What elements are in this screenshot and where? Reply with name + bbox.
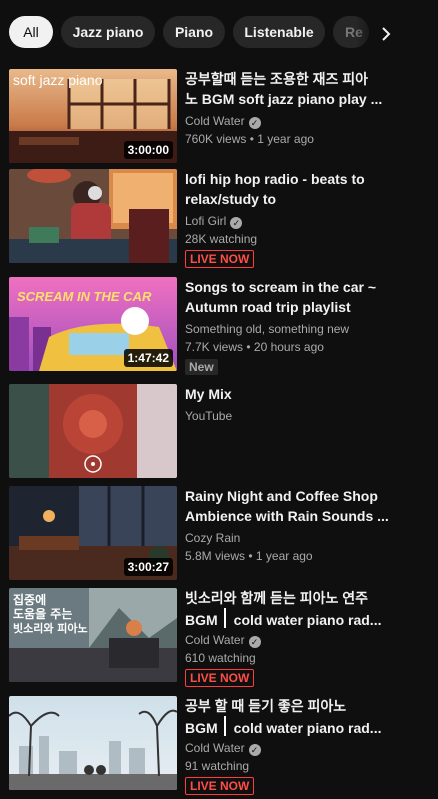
thumb-text-1: 집중에: [13, 592, 46, 607]
thumb-text-2: 도움을 주는: [13, 606, 72, 621]
video-title[interactable]: 공부할때 듣는 조용한 재즈 피아 노 BGM soft jazz piano …: [185, 69, 395, 109]
text-cursor: [223, 716, 226, 736]
video-thumbnail[interactable]: 집중에 도움을 주는 빗소리와 피아노: [9, 588, 177, 682]
video-title-line-2: relax/study to: [185, 191, 277, 207]
video-item[interactable]: soft jazz piano 3:00:00 공부할때 듣는 조용한 재즈 피…: [0, 69, 438, 169]
video-thumbnail[interactable]: 3:00:27: [9, 486, 177, 580]
video-title-line-1: 빗소리와 함께 듣는 피아노 연주: [185, 590, 368, 606]
video-title-bgm: BGM: [185, 720, 218, 736]
chevron-right-icon[interactable]: [372, 20, 400, 48]
video-duration: 3:00:00: [123, 141, 173, 159]
video-item[interactable]: SCREAM IN THE CAR 1:47:42 Songs to screa…: [0, 277, 438, 377]
video-title-line-1: My Mix: [185, 386, 232, 402]
video-item[interactable]: 공부 할 때 듣기 좋은 피아노 BGM cold water piano rad…: [0, 696, 438, 799]
video-duration: 1:47:42: [123, 349, 173, 367]
live-now-badge: LIVE NOW: [185, 777, 255, 795]
video-title-line-2: Autumn road trip playlist: [185, 299, 351, 315]
video-stats: 610 watching: [185, 651, 256, 665]
video-title[interactable]: Rainy Night and Coffee Shop Ambience wit…: [185, 486, 395, 526]
video-title[interactable]: My Mix: [185, 384, 395, 404]
video-title[interactable]: lofi hip hop radio - beats to relax/stud…: [185, 169, 395, 209]
chip-listenable[interactable]: Listenable: [233, 16, 325, 48]
verified-check-icon: ✓: [248, 117, 261, 129]
video-title-line-1: lofi hip hop radio - beats to: [185, 171, 365, 187]
video-title-line-2: Ambience with Rain Sounds ...: [185, 508, 389, 524]
video-stats: 760K views • 1 year ago: [185, 132, 314, 146]
video-title[interactable]: 공부 할 때 듣기 좋은 피아노 BGM cold water piano rad…: [185, 696, 395, 736]
video-title-rest: cold water piano rad...: [233, 720, 382, 736]
video-thumbnail[interactable]: [9, 169, 177, 263]
chip-jazz-piano[interactable]: Jazz piano: [61, 16, 155, 48]
video-duration: 3:00:27: [123, 558, 173, 576]
video-title[interactable]: Songs to scream in the car ~ Autumn road…: [185, 277, 395, 317]
chip-piano[interactable]: Piano: [163, 16, 225, 48]
video-thumbnail[interactable]: [9, 384, 177, 478]
video-title-line-1: 공부할때 듣는 조용한 재즈 피아: [185, 71, 368, 87]
channel-name[interactable]: Cold Water ✓: [185, 739, 405, 757]
channel-name[interactable]: Cold Water ✓: [185, 631, 405, 649]
video-thumbnail[interactable]: soft jazz piano 3:00:00: [9, 69, 177, 163]
video-title-line-1: 공부 할 때 듣기 좋은 피아노: [185, 698, 347, 714]
video-title-bgm: BGM: [185, 612, 218, 628]
verified-check-icon: ✓: [248, 744, 261, 756]
video-title-line-1: Songs to scream in the car ~: [185, 279, 377, 295]
video-item[interactable]: My Mix YouTube: [0, 384, 438, 484]
video-title-rest: cold water piano rad...: [233, 612, 382, 628]
video-item[interactable]: 3:00:27 Rainy Night and Coffee Shop Ambi…: [0, 486, 438, 586]
video-title-line-2: BGM cold water piano rad...: [185, 608, 395, 628]
thumb-text-3: 빗소리와 피아노: [13, 621, 88, 635]
video-title-line-1: Rainy Night and Coffee Shop: [185, 488, 378, 504]
video-stats: 91 watching: [185, 759, 250, 773]
channel-name-text: Cold Water: [185, 633, 245, 647]
video-title-line-2: 노 BGM soft jazz piano play ...: [185, 91, 383, 107]
channel-name[interactable]: Cozy Rain: [185, 529, 405, 547]
text-cursor: [223, 608, 226, 628]
video-stats: 7.7K views • 20 hours ago: [185, 340, 324, 354]
channel-name[interactable]: YouTube: [185, 407, 405, 425]
video-thumbnail[interactable]: [9, 696, 177, 790]
video-item[interactable]: lofi hip hop radio - beats to relax/stud…: [0, 169, 438, 269]
video-title[interactable]: 빗소리와 함께 듣는 피아노 연주 BGM cold water piano ra…: [185, 588, 395, 628]
live-now-badge: LIVE NOW: [185, 669, 255, 687]
channel-name-text: Cold Water: [185, 741, 245, 755]
video-item[interactable]: 집중에 도움을 주는 빗소리와 피아노 빗소리와 함께 듣는 피아노 연주 BG…: [0, 588, 438, 688]
channel-name[interactable]: Lofi Girl ✓: [185, 212, 405, 230]
new-badge: New: [185, 359, 218, 375]
chip-all[interactable]: All: [9, 16, 53, 48]
video-stats: 28K watching: [185, 232, 258, 246]
live-now-badge: LIVE NOW: [185, 250, 255, 268]
verified-check-icon: ✓: [248, 636, 261, 648]
channel-name-text: Lofi Girl: [185, 214, 227, 228]
verified-check-icon: ✓: [230, 217, 243, 229]
video-title-line-2: BGM cold water piano rad...: [185, 716, 395, 736]
channel-name[interactable]: Something old, something new: [185, 320, 405, 338]
video-thumbnail[interactable]: SCREAM IN THE CAR 1:47:42: [9, 277, 177, 371]
filter-chips-bar: All Jazz piano Piano Listenable Re: [0, 0, 438, 64]
thumb-text: soft jazz piano: [13, 72, 103, 88]
video-stats: 5.8M views • 1 year ago: [185, 549, 313, 563]
channel-name[interactable]: Cold Water ✓: [185, 112, 405, 130]
thumb-text: SCREAM IN THE CAR: [17, 289, 152, 304]
channel-name-text: Cold Water: [185, 114, 245, 128]
